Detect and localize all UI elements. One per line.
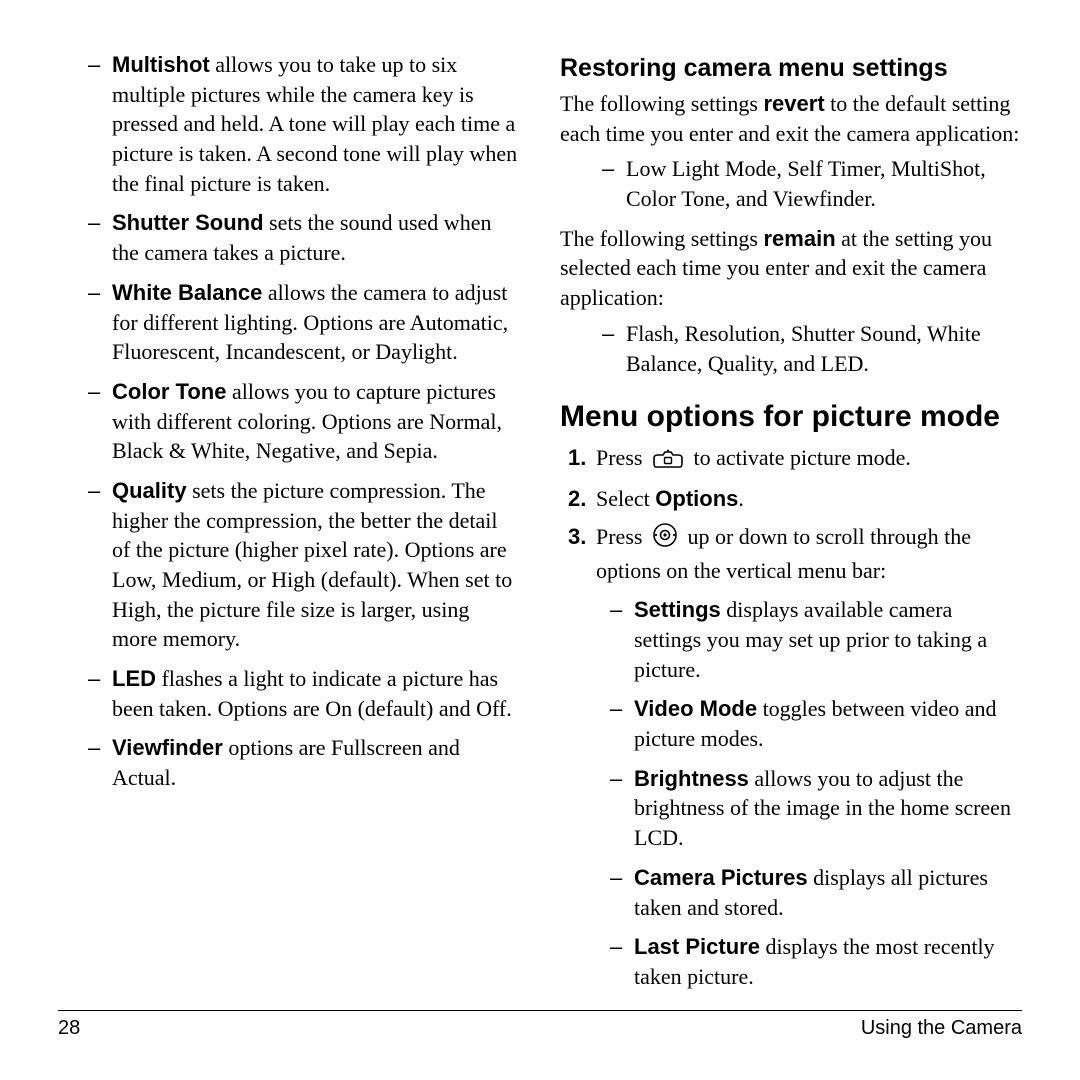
heading-restoring: Restoring camera menu settings [560, 54, 1022, 83]
text: Low Light Mode, Self Timer, MultiShot, C… [626, 156, 986, 211]
term: Video Mode [634, 696, 757, 721]
text: flashes a light to indicate a picture ha… [112, 666, 512, 721]
page-number: 28 [58, 1017, 80, 1040]
list-item: Viewfinder options are Fullscreen and Ac… [94, 733, 520, 792]
text: sets the picture compression. The higher… [112, 478, 512, 651]
list-item: Camera Pictures displays all pictures ta… [616, 863, 1022, 922]
list-item: White Balance allows the camera to adjus… [94, 278, 520, 367]
list-item: Quality sets the picture compression. Th… [94, 476, 520, 654]
text: Press [596, 524, 648, 549]
nav-key-icon [652, 522, 678, 556]
term: Shutter Sound [112, 210, 264, 235]
term: White Balance [112, 280, 262, 305]
term: Viewfinder [112, 735, 223, 760]
bold-options: Options [655, 486, 738, 511]
list-item: Color Tone allows you to capture picture… [94, 377, 520, 466]
bold-remain: remain [763, 226, 835, 251]
text: Flash, Resolution, Shutter Sound, White … [626, 321, 981, 376]
text: Press [596, 445, 648, 470]
list-item: Video Mode toggles between video and pic… [616, 694, 1022, 753]
page-footer: 28 Using the Camera [58, 1010, 1022, 1040]
term: Settings [634, 597, 721, 622]
step-1: Press to activate picture mode. [568, 442, 1022, 477]
term: Color Tone [112, 379, 226, 404]
text: Select [596, 486, 655, 511]
text: . [738, 486, 744, 511]
text: The following settings [560, 91, 763, 116]
list-item: Brightness allows you to adjust the brig… [616, 764, 1022, 853]
list-item: Low Light Mode, Self Timer, MultiShot, C… [608, 154, 1022, 213]
list-item: Flash, Resolution, Shutter Sound, White … [608, 319, 1022, 378]
list-item: Multishot allows you to take up to six m… [94, 50, 520, 198]
right-column: Restoring camera menu settings The follo… [560, 50, 1022, 1002]
options-sublist: Settings displays available camera setti… [596, 595, 1022, 991]
term: Camera Pictures [634, 865, 808, 890]
step-2: Select Options. [568, 483, 1022, 515]
remain-list: Flash, Resolution, Shutter Sound, White … [560, 319, 1022, 378]
heading-menu-options: Menu options for picture mode [560, 400, 1022, 434]
list-item: LED flashes a light to indicate a pictur… [94, 664, 520, 723]
step-3: Press up or down to scroll through the o… [568, 521, 1022, 992]
term: Quality [112, 478, 187, 503]
term: Last Picture [634, 934, 760, 959]
camera-settings-list: Multishot allows you to take up to six m… [58, 50, 520, 793]
steps-list: Press to activate picture mode. Select O… [560, 442, 1022, 991]
bold-revert: revert [763, 91, 824, 116]
text: to activate picture mode. [688, 445, 911, 470]
para-remain: The following settings remain at the set… [560, 224, 1022, 313]
list-item: Shutter Sound sets the sound used when t… [94, 208, 520, 267]
term: Multishot [112, 52, 210, 77]
term: LED [112, 666, 156, 691]
revert-list: Low Light Mode, Self Timer, MultiShot, C… [560, 154, 1022, 213]
text: The following settings [560, 226, 763, 251]
section-title: Using the Camera [861, 1017, 1022, 1040]
list-item: Last Picture displays the most recently … [616, 932, 1022, 991]
para-revert: The following settings revert to the def… [560, 89, 1022, 148]
list-item: Settings displays available camera setti… [616, 595, 1022, 684]
left-column: Multishot allows you to take up to six m… [58, 50, 520, 1002]
term: Brightness [634, 766, 749, 791]
two-column-layout: Multishot allows you to take up to six m… [58, 50, 1022, 1002]
manual-page: Multishot allows you to take up to six m… [0, 0, 1080, 1080]
camera-key-icon [652, 447, 684, 477]
